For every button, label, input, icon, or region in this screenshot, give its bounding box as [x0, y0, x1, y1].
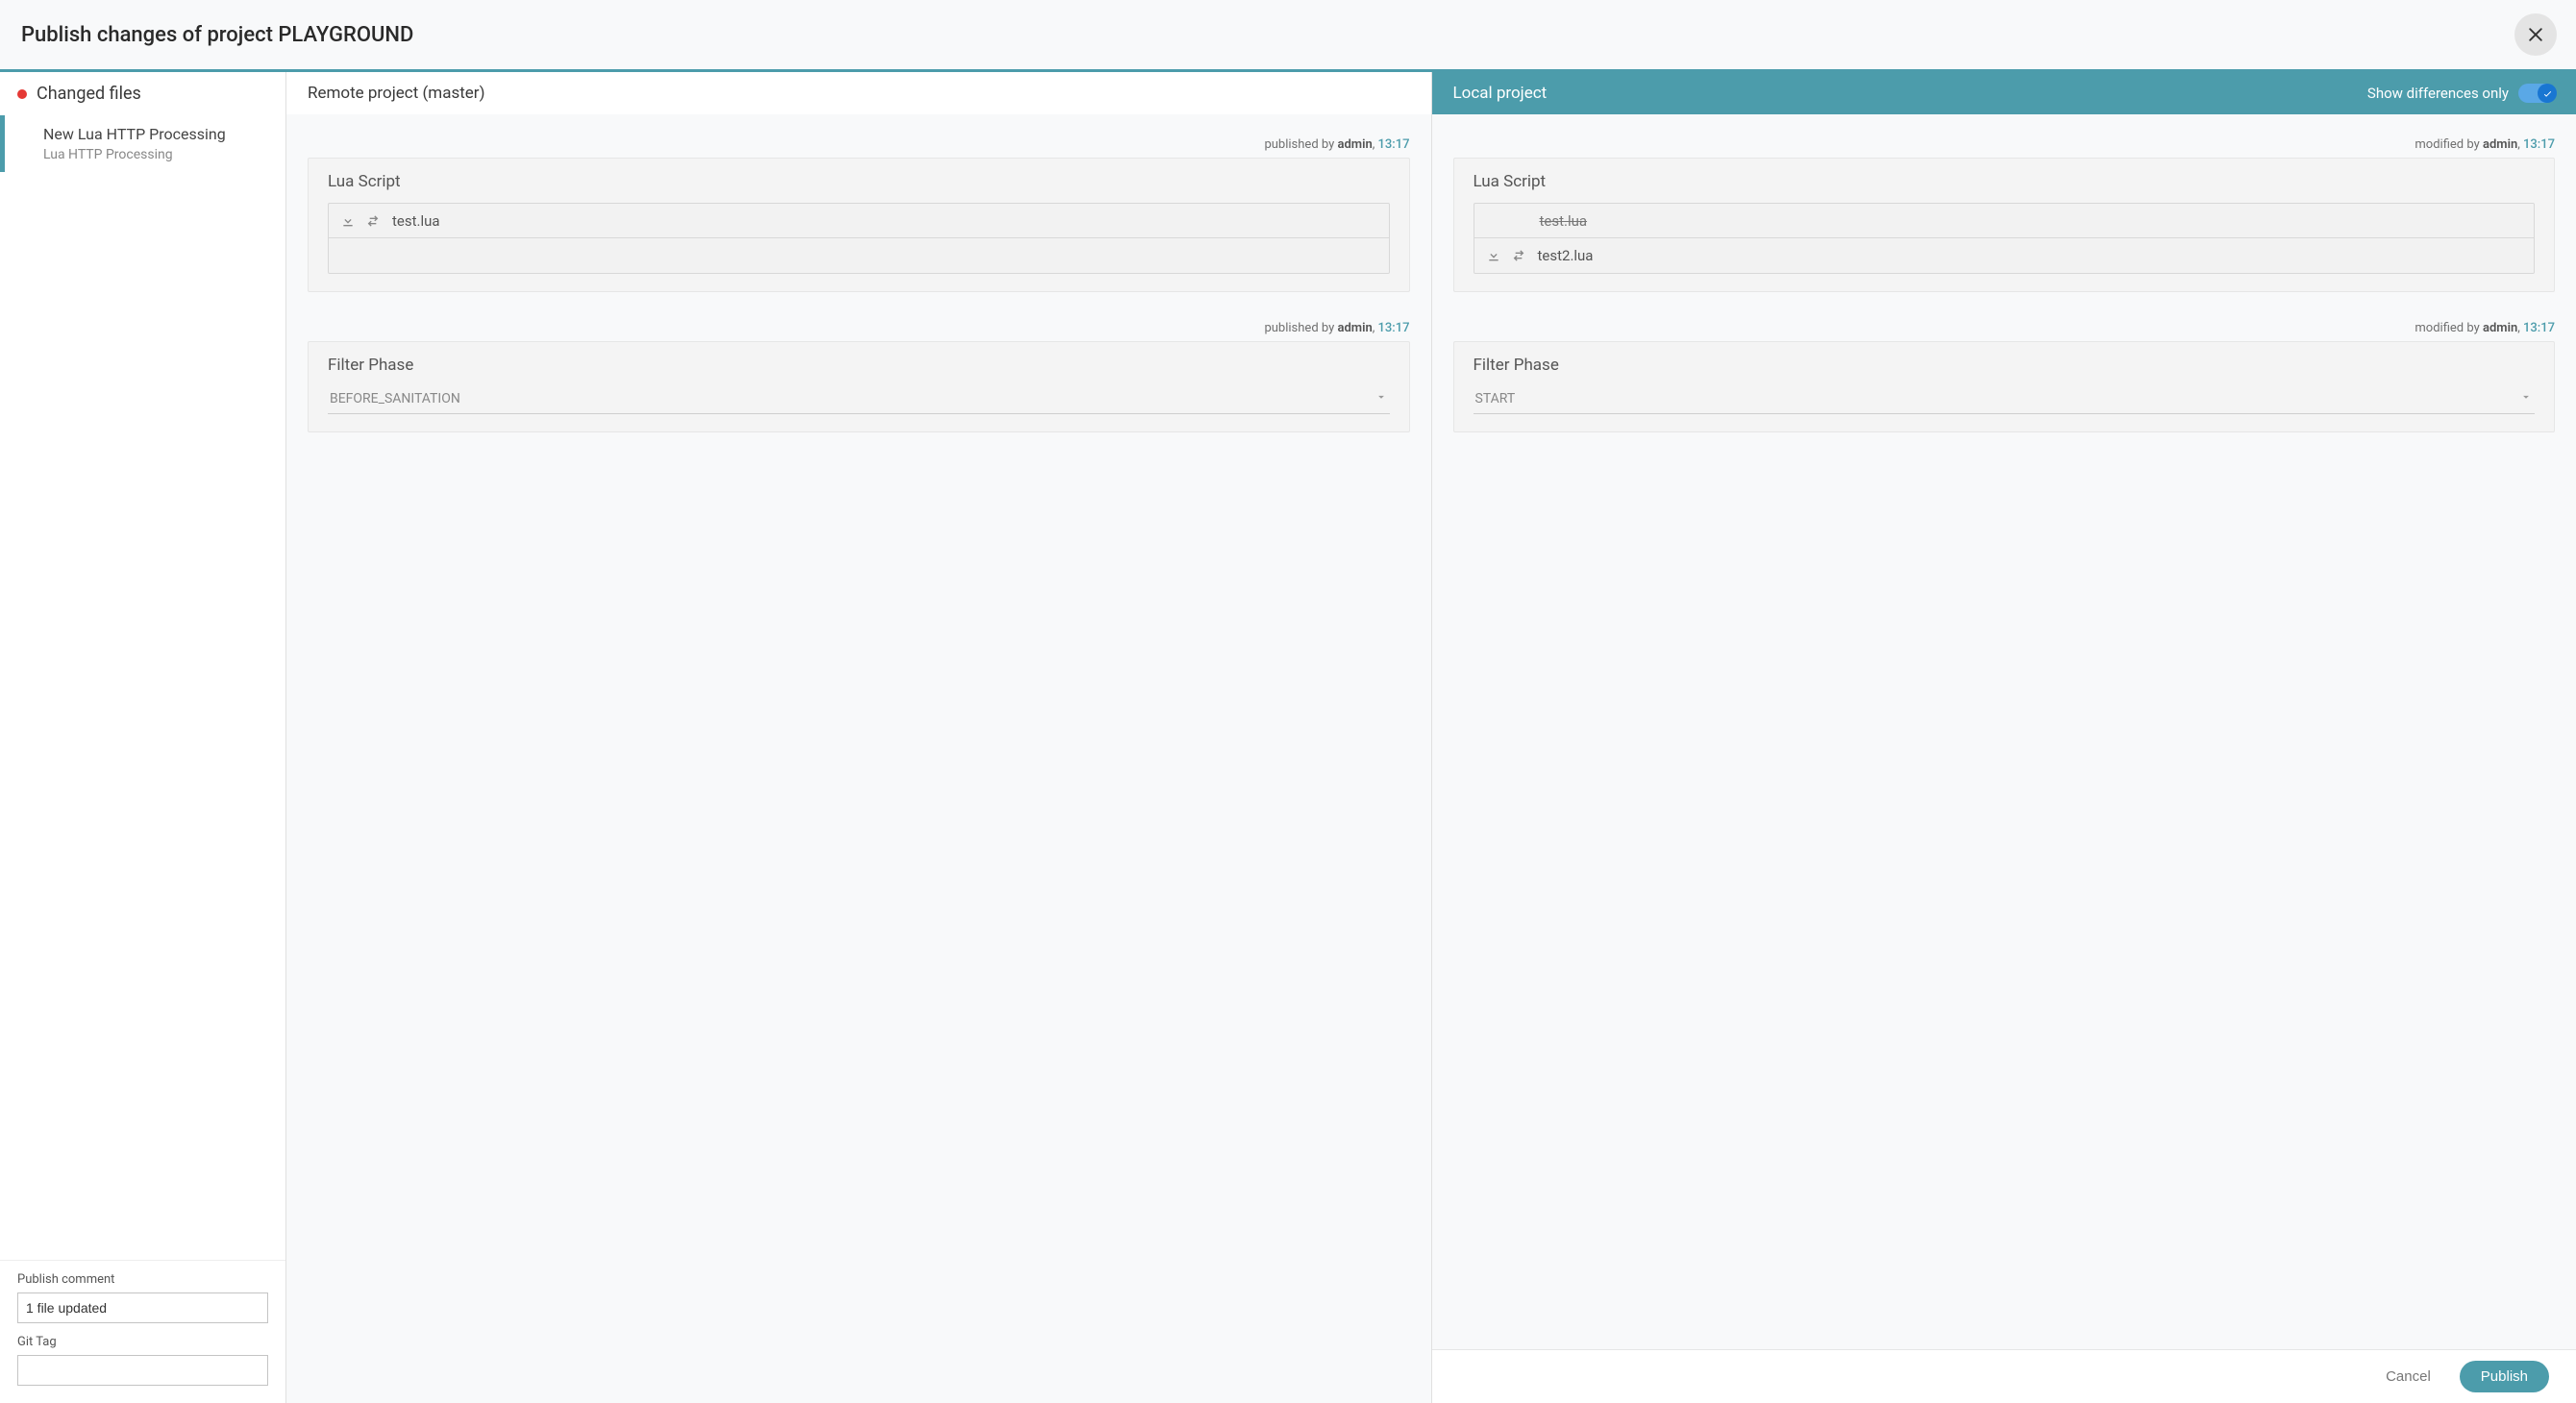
- remote-card-title-0: Lua Script: [328, 172, 1390, 191]
- cancel-button[interactable]: Cancel: [2374, 1363, 2442, 1391]
- local-card-filter-phase: Filter Phase START: [1453, 341, 2556, 432]
- chevron-down-icon: [2519, 390, 2533, 407]
- dialog-title: Publish changes of project PLAYGROUND: [21, 23, 413, 47]
- file-row[interactable]: test.lua: [329, 204, 1389, 238]
- publish-comment-input[interactable]: [17, 1292, 268, 1323]
- chevron-down-icon: [1375, 390, 1388, 407]
- sidebar-header: Changed files: [0, 72, 285, 115]
- changed-file-subtitle: Lua HTTP Processing: [43, 147, 268, 162]
- show-differences-label: Show differences only: [2367, 85, 2509, 102]
- show-differences-toggle[interactable]: Show differences only: [2367, 84, 2555, 103]
- changed-file-name: New Lua HTTP Processing: [43, 125, 268, 143]
- main-area: Changed files New Lua HTTP Processing Lu…: [0, 72, 2576, 1403]
- local-meta-1: modified by admin, 13:17: [1453, 321, 2556, 335]
- publish-comment-label: Publish comment: [17, 1272, 268, 1287]
- remote-card-filter-phase: Filter Phase BEFORE_SANITATION: [308, 341, 1410, 432]
- changed-indicator-icon: [17, 89, 27, 99]
- select-value: BEFORE_SANITATION: [330, 391, 460, 406]
- remote-card-title-1: Filter Phase: [328, 356, 1390, 375]
- local-filter-phase-select[interactable]: START: [1474, 386, 2536, 414]
- toggle-switch[interactable]: [2518, 84, 2555, 103]
- close-icon: [2526, 25, 2545, 44]
- sidebar-header-label: Changed files: [37, 84, 141, 104]
- close-button[interactable]: [2514, 13, 2557, 56]
- swap-icon: [365, 213, 381, 229]
- file-name: test.lua: [392, 212, 1377, 230]
- remote-pane-header: Remote project (master): [286, 72, 1431, 114]
- file-name: test2.lua: [1538, 247, 2523, 264]
- publish-button[interactable]: Publish: [2460, 1361, 2549, 1392]
- local-meta-0: modified by admin, 13:17: [1453, 137, 2556, 152]
- changed-file-item[interactable]: New Lua HTTP Processing Lua HTTP Process…: [0, 115, 285, 172]
- git-tag-label: Git Tag: [17, 1335, 268, 1349]
- remote-pane: Remote project (master) published by adm…: [286, 72, 1432, 1403]
- swap-icon: [1511, 248, 1526, 263]
- file-row: [329, 238, 1389, 273]
- dialog-header: Publish changes of project PLAYGROUND: [0, 0, 2576, 72]
- remote-file-list: test.lua: [328, 203, 1390, 274]
- toggle-knob: [2538, 84, 2557, 103]
- remote-meta-1: published by admin, 13:17: [308, 321, 1410, 335]
- git-tag-input[interactable]: [17, 1355, 268, 1386]
- remote-filter-phase-select[interactable]: BEFORE_SANITATION: [328, 386, 1390, 414]
- sidebar: Changed files New Lua HTTP Processing Lu…: [0, 72, 286, 1403]
- remote-pane-title: Remote project (master): [308, 84, 485, 103]
- footer: Cancel Publish: [1432, 1349, 2576, 1403]
- local-file-list: test.lua test2.lua: [1474, 203, 2536, 274]
- remote-card-lua-script: Lua Script test.lua: [308, 158, 1410, 292]
- sidebar-bottom: Publish comment Git Tag: [0, 1260, 285, 1403]
- select-value: START: [1475, 391, 1516, 406]
- download-icon: [1486, 248, 1501, 263]
- check-icon: [2542, 88, 2553, 99]
- local-pane: Local project Show differences only modi…: [1432, 72, 2576, 1403]
- file-row: test.lua: [1474, 204, 2535, 238]
- file-name: test.lua: [1540, 212, 2523, 230]
- local-pane-header: Local project Show differences only: [1432, 72, 2576, 114]
- remote-meta-0: published by admin, 13:17: [308, 137, 1410, 152]
- local-card-title-0: Lua Script: [1474, 172, 2536, 191]
- diff-area: Remote project (master) published by adm…: [286, 72, 2576, 1403]
- download-icon: [340, 213, 356, 229]
- local-card-lua-script: Lua Script test.lua test2.lua: [1453, 158, 2556, 292]
- file-row[interactable]: test2.lua: [1474, 238, 2535, 273]
- local-pane-title: Local project: [1453, 84, 1548, 103]
- local-card-title-1: Filter Phase: [1474, 356, 2536, 375]
